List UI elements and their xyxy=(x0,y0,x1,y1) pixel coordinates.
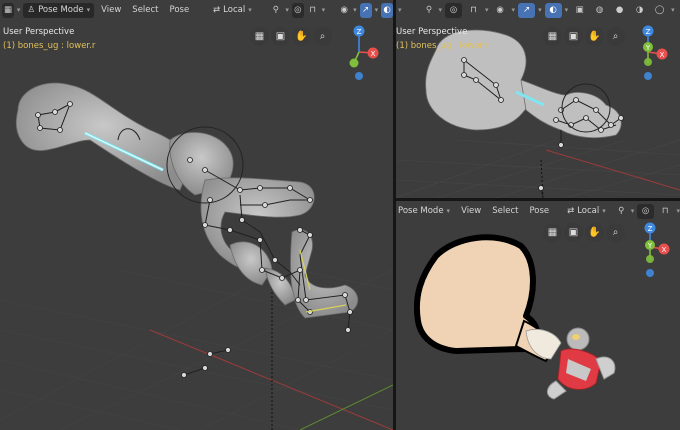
orientation-label: Local xyxy=(223,5,246,15)
wireframe-icon[interactable]: ◍ xyxy=(591,3,608,18)
navigation-gizmo[interactable]: Z X Y xyxy=(628,219,678,281)
pivot-icon[interactable]: ⚲ xyxy=(421,3,438,18)
chevron-down-icon: ▾ xyxy=(285,6,289,14)
chevron-down-icon: ▾ xyxy=(374,6,379,14)
gizmo-x-label: X xyxy=(371,50,376,58)
gizmo-y-label: Y xyxy=(647,242,653,250)
chevron-down-icon: ▾ xyxy=(564,6,569,14)
chevron-down-icon: ▾ xyxy=(438,6,443,14)
right-bottom-viewport[interactable]: Pose Mode ▾ View Select Pose ⇄ Local ▾ ⚲… xyxy=(396,201,680,430)
gizmo-x-label: X xyxy=(662,246,667,254)
solid-shading-icon[interactable]: ● xyxy=(611,3,628,18)
gizmo-z-label: Z xyxy=(646,28,651,36)
menu-select[interactable]: Select xyxy=(128,3,162,18)
visibility-icon[interactable]: ◉ xyxy=(338,3,350,18)
pivot-icon[interactable]: ⚲ xyxy=(267,3,284,18)
magnifier-icon[interactable]: ⌕ xyxy=(313,27,332,46)
chevron-down-icon: ▾ xyxy=(538,6,542,14)
hand-pan-icon[interactable]: ✋ xyxy=(292,27,311,46)
proportional-icon[interactable]: ◎ xyxy=(291,2,304,18)
chevron-down-icon: ▾ xyxy=(671,6,675,14)
overlay-icon[interactable]: ◐ xyxy=(544,2,562,18)
chevron-down-icon: ▾ xyxy=(630,207,635,215)
menu-view[interactable]: View xyxy=(457,204,485,219)
overlay-icon[interactable]: ◐ xyxy=(381,2,393,18)
chevron-down-icon: ▾ xyxy=(398,6,402,14)
nav-buttons: ▦ ▣ ✋ ⌕ xyxy=(543,223,625,242)
chevron-down-icon: ▾ xyxy=(602,207,606,215)
menu-pose[interactable]: Pose xyxy=(525,204,553,219)
gizmo-icon[interactable]: ↗ xyxy=(518,2,536,18)
chevron-down-icon: ▾ xyxy=(321,6,326,14)
nav-buttons: ▦ ▣ ✋ ⌕ xyxy=(250,27,332,46)
grid-view-icon[interactable]: ▦ xyxy=(543,223,562,242)
navigation-gizmo[interactable]: Z X Y xyxy=(626,22,676,84)
snap-icon[interactable]: ⊓ xyxy=(657,204,674,219)
magnifier-icon[interactable]: ⌕ xyxy=(606,27,625,46)
orientation-dropdown[interactable]: ⇄ Local ▾ xyxy=(209,3,256,18)
material-shading-icon[interactable]: ◑ xyxy=(631,3,648,18)
snap-icon[interactable]: ⊓ xyxy=(307,3,319,18)
chevron-down-icon: ▾ xyxy=(676,207,680,215)
xray-icon[interactable]: ▣ xyxy=(571,3,588,18)
right-bottom-header: Pose Mode ▾ View Select Pose ⇄ Local ▾ ⚲… xyxy=(396,201,680,221)
camera-icon[interactable]: ▣ xyxy=(271,27,290,46)
magnifier-icon[interactable]: ⌕ xyxy=(606,223,625,242)
left-header: ▦ ▾ ♙ Pose Mode ▾ View Select Pose ⇄ Loc… xyxy=(0,0,393,20)
gizmo-icon[interactable]: ↗ xyxy=(359,2,372,18)
mode-label: Pose Mode xyxy=(398,206,444,216)
mode-label: Pose Mode xyxy=(38,5,84,15)
view3d-icon[interactable]: ▦ xyxy=(2,2,14,18)
pivot-icon[interactable]: ⚲ xyxy=(613,204,630,219)
rendered-shading-icon[interactable]: ◯ xyxy=(651,3,668,18)
proportional-icon[interactable]: ◎ xyxy=(445,2,463,18)
gizmo-z-label: Z xyxy=(357,28,362,36)
gizmo-x-label: X xyxy=(660,51,665,59)
transform-orientation-icon: ⇄ xyxy=(213,5,221,15)
menu-view[interactable]: View xyxy=(97,3,125,18)
left-scene xyxy=(0,0,393,430)
navigation-gizmo[interactable]: Z X xyxy=(337,22,387,84)
viewport-perspective-label: User Perspective xyxy=(3,27,75,37)
nav-buttons: ▦ ▣ ✋ ⌕ xyxy=(543,27,625,46)
proportional-icon[interactable]: ◎ xyxy=(637,203,654,219)
visibility-icon[interactable]: ◉ xyxy=(492,3,509,18)
camera-icon[interactable]: ▣ xyxy=(564,223,583,242)
chevron-down-icon: ▾ xyxy=(511,6,516,14)
mode-dropdown[interactable]: Pose Mode ▾ xyxy=(398,204,454,219)
pose-mode-icon: ♙ xyxy=(27,5,36,15)
left-viewport[interactable]: ▦ ▾ ♙ Pose Mode ▾ View Select Pose ⇄ Loc… xyxy=(0,0,393,430)
hand-pan-icon[interactable]: ✋ xyxy=(585,27,604,46)
orientation-label: Local xyxy=(577,206,600,216)
chevron-down-icon: ▾ xyxy=(446,207,451,215)
gizmo-y-label: Y xyxy=(645,44,651,52)
active-object-label: (1) bones_ug : lower.r xyxy=(3,41,96,51)
menu-pose[interactable]: Pose xyxy=(166,3,194,18)
snap-icon[interactable]: ⊓ xyxy=(465,3,482,18)
gizmo-z-label: Z xyxy=(648,225,653,233)
right-top-viewport[interactable]: ▾ ⚲ ▾ ◎ ⊓ ▾ ◉ ▾ ↗ ▾ ◐ ▾ ▣ ◍ ● ◑ ◯ ▾ User… xyxy=(396,0,680,198)
orientation-dropdown[interactable]: ⇄ Local ▾ xyxy=(563,204,610,219)
chevron-down-icon: ▾ xyxy=(485,6,489,14)
menu-select[interactable]: Select xyxy=(488,204,522,219)
chevron-down-icon: ▾ xyxy=(16,6,21,14)
camera-icon[interactable]: ▣ xyxy=(564,27,583,46)
grid-view-icon[interactable]: ▦ xyxy=(250,27,269,46)
chevron-down-icon: ▾ xyxy=(353,6,357,14)
active-object-label: (1) bones_ug : lower.r xyxy=(396,41,489,51)
viewport-perspective-label: User Perspective xyxy=(396,27,468,37)
chevron-down-icon: ▾ xyxy=(86,6,91,14)
right-top-header: ▾ ⚲ ▾ ◎ ⊓ ▾ ◉ ▾ ↗ ▾ ◐ ▾ ▣ ◍ ● ◑ ◯ ▾ xyxy=(396,0,680,20)
transform-orientation-icon: ⇄ xyxy=(567,206,575,216)
hand-pan-icon[interactable]: ✋ xyxy=(585,223,604,242)
chevron-down-icon: ▾ xyxy=(248,6,252,14)
mode-dropdown[interactable]: ♙ Pose Mode ▾ xyxy=(23,2,95,18)
grid-view-icon[interactable]: ▦ xyxy=(543,27,562,46)
